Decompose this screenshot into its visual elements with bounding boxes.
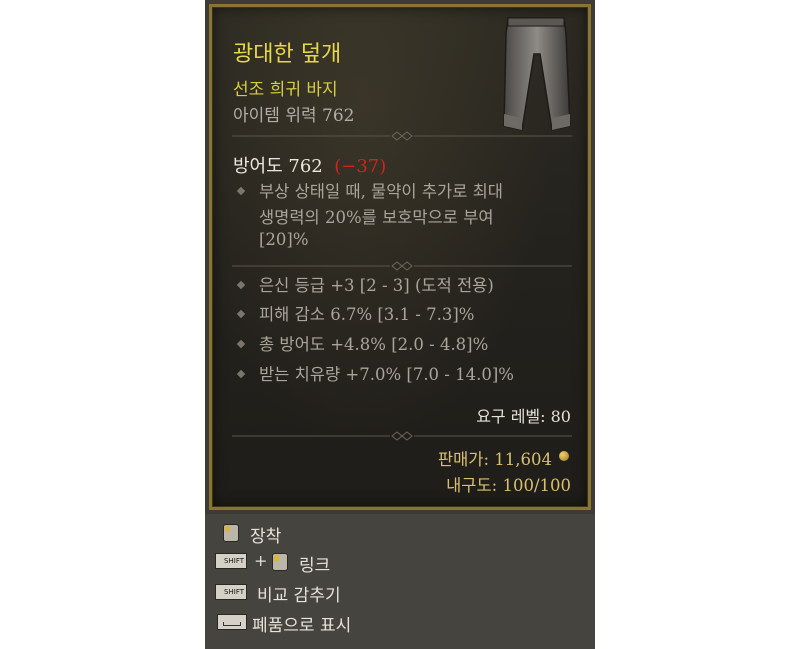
- affix-4: 받는 치유량 +7.0% [7.0 - 14.0]%: [259, 365, 514, 384]
- affix-2: 피해 감소 6.7% [3.1 - 7.3]%: [259, 305, 475, 324]
- pants-icon: [503, 17, 571, 131]
- affix-3: 총 방어도 +4.8% [2.0 - 4.8]%: [259, 335, 489, 354]
- affix-1: 은신 등급 +3 [2 - 3] (도적 전용): [259, 276, 494, 295]
- armor-difference: (−37): [334, 156, 387, 177]
- right-mouse-icon: [223, 524, 239, 542]
- sell-value: 판매가: 11,604: [437, 450, 552, 469]
- spacebar-icon: [217, 614, 247, 630]
- link-action[interactable]: 링크: [299, 551, 330, 576]
- hide-compare-action[interactable]: 비교 감추기: [257, 581, 341, 606]
- required-level: 요구 레벨: 80: [476, 407, 571, 426]
- equip-action[interactable]: 장착: [250, 522, 281, 547]
- shift-key-icon: SHIFT: [215, 553, 247, 569]
- implicit-line-1: 부상 상태일 때, 물약이 추가로 최대: [259, 182, 503, 201]
- implicit-line-2: 생명력의 20%를 보호막으로 부여: [259, 208, 494, 227]
- gold-coin-icon: [559, 451, 569, 461]
- durability: 내구도: 100/100: [446, 476, 571, 495]
- armor-value: 방어도 762 (−37): [233, 152, 386, 178]
- left-mouse-icon: [272, 553, 288, 571]
- section-divider: [232, 431, 572, 441]
- armor-label: 방어도 762: [233, 156, 323, 177]
- item-power: 아이템 위력 762: [233, 106, 355, 126]
- plus-sign: +: [254, 551, 268, 570]
- implicit-line-3: [20]%: [259, 230, 309, 249]
- item-type: 선조 희귀 바지: [233, 80, 338, 100]
- section-divider: [232, 261, 572, 271]
- mark-as-junk-action[interactable]: 폐품으로 표시: [252, 611, 351, 636]
- item-name: 광대한 덮개: [233, 42, 342, 67]
- shift-key-icon: SHIFT: [215, 584, 247, 600]
- section-divider: [232, 131, 572, 141]
